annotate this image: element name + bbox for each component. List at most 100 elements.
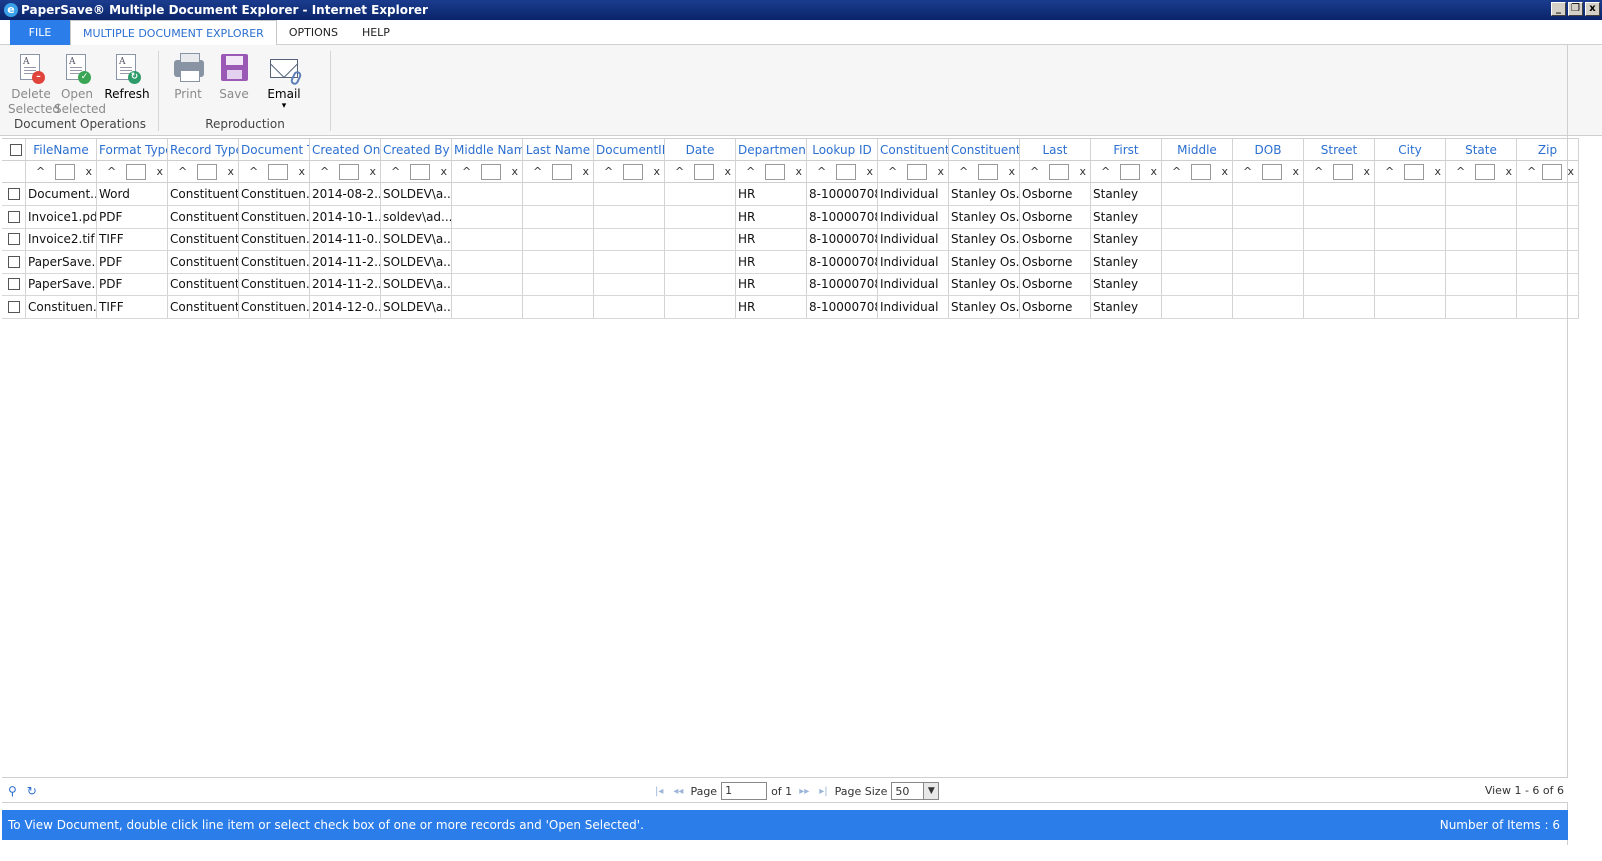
- column-header-documentid[interactable]: DocumentID: [594, 139, 665, 160]
- column-header-created-on[interactable]: Created On: [310, 139, 381, 160]
- filter-input[interactable]: [1262, 163, 1283, 180]
- column-header-dob[interactable]: DOB: [1233, 139, 1304, 160]
- column-header-record-type[interactable]: Record Type: [168, 139, 239, 160]
- clear-filter-button[interactable]: x: [298, 161, 305, 182]
- clear-filter-button[interactable]: x: [156, 161, 163, 182]
- filter-input[interactable]: [1333, 163, 1354, 180]
- row-checkbox[interactable]: [8, 188, 20, 200]
- column-header-middle-nam[interactable]: Middle Nam: [452, 139, 523, 160]
- filter-input[interactable]: [907, 163, 928, 180]
- column-header-constituent[interactable]: Constituent: [949, 139, 1020, 160]
- minimize-button[interactable]: _: [1551, 2, 1566, 16]
- save-button[interactable]: Save: [214, 53, 254, 102]
- clear-filter-button[interactable]: x: [1008, 161, 1015, 182]
- sort-toggle[interactable]: ^: [391, 161, 400, 182]
- filter-input[interactable]: [481, 163, 502, 180]
- sort-toggle[interactable]: ^: [533, 161, 542, 182]
- filter-input[interactable]: [1541, 163, 1562, 180]
- clear-filter-button[interactable]: x: [1150, 161, 1157, 182]
- clear-filter-button[interactable]: x: [1505, 161, 1512, 182]
- table-row[interactable]: PaperSave....PDFConstituentConstituen...…: [2, 273, 1579, 296]
- row-checkbox[interactable]: [8, 255, 20, 268]
- table-row[interactable]: PaperSave....PDFConstituentConstituen...…: [2, 250, 1579, 274]
- search-icon[interactable]: ⚲: [8, 784, 17, 798]
- page-input[interactable]: 1: [721, 782, 768, 800]
- filter-input[interactable]: [268, 163, 289, 180]
- chevron-down-icon[interactable]: ▾: [264, 102, 304, 111]
- filter-input[interactable]: [197, 163, 218, 180]
- column-header-last-name[interactable]: Last Name: [523, 139, 594, 160]
- filter-input[interactable]: [410, 163, 431, 180]
- sort-toggle[interactable]: ^: [817, 161, 826, 182]
- select-all-checkbox[interactable]: [9, 144, 22, 156]
- sort-toggle[interactable]: ^: [675, 161, 684, 182]
- sort-toggle[interactable]: ^: [1385, 161, 1394, 182]
- last-page-button[interactable]: ▸|: [816, 786, 830, 797]
- column-header-lookup-id[interactable]: Lookup ID: [807, 139, 878, 160]
- filter-input[interactable]: [623, 163, 644, 180]
- row-checkbox[interactable]: [8, 210, 20, 223]
- column-header-constituent[interactable]: Constituent: [878, 139, 949, 160]
- filter-input[interactable]: [1120, 163, 1141, 180]
- row-checkbox[interactable]: [8, 233, 20, 245]
- refresh-button[interactable]: ↻ Refresh: [102, 53, 152, 102]
- clear-filter-button[interactable]: x: [795, 161, 802, 182]
- clear-filter-button[interactable]: x: [1363, 161, 1370, 182]
- sort-toggle[interactable]: ^: [1243, 161, 1252, 182]
- clear-filter-button[interactable]: x: [227, 161, 234, 182]
- column-header-first[interactable]: First: [1091, 139, 1162, 160]
- filter-input[interactable]: [836, 163, 857, 180]
- sort-toggle[interactable]: ^: [178, 161, 187, 182]
- column-header-date[interactable]: Date: [665, 139, 736, 160]
- clear-filter-button[interactable]: x: [511, 161, 518, 182]
- sort-toggle[interactable]: ^: [249, 161, 258, 182]
- sort-toggle[interactable]: ^: [1172, 161, 1181, 182]
- sort-toggle[interactable]: ^: [1527, 161, 1536, 182]
- filter-input[interactable]: [978, 163, 999, 180]
- clear-filter-button[interactable]: x: [724, 161, 731, 182]
- sort-toggle[interactable]: ^: [36, 161, 45, 182]
- filter-input[interactable]: [765, 163, 786, 180]
- column-header-department[interactable]: Department: [736, 139, 807, 160]
- column-header-format-type[interactable]: Format Type: [97, 139, 168, 160]
- page-size-select[interactable]: 50 ▼: [891, 782, 940, 800]
- sort-toggle[interactable]: ^: [462, 161, 471, 182]
- filter-input[interactable]: [1404, 163, 1425, 180]
- email-button[interactable]: Email ▾: [264, 53, 304, 111]
- print-button[interactable]: Print: [168, 53, 208, 102]
- sort-toggle[interactable]: ^: [1030, 161, 1039, 182]
- clear-filter-button[interactable]: x: [582, 161, 589, 182]
- column-header-last[interactable]: Last: [1020, 139, 1091, 160]
- filter-input[interactable]: [1049, 163, 1070, 180]
- column-header-middle[interactable]: Middle: [1162, 139, 1233, 160]
- tab-help[interactable]: HELP: [350, 20, 402, 45]
- filter-input[interactable]: [1191, 163, 1212, 180]
- table-row[interactable]: Invoice2.tif TIFF Constituent Constituen...…: [2, 228, 1579, 251]
- clear-filter-button[interactable]: x: [866, 161, 873, 182]
- clear-filter-button[interactable]: x: [1434, 161, 1441, 182]
- next-page-button[interactable]: ▸▸: [796, 786, 812, 797]
- clear-filter-button[interactable]: x: [1079, 161, 1086, 182]
- table-row[interactable]: Document... Word Constituent Constituen... 2…: [2, 183, 1579, 206]
- column-header-street[interactable]: Street: [1304, 139, 1375, 160]
- column-header-created-by[interactable]: Created By: [381, 139, 452, 160]
- column-header-filename[interactable]: FileName: [26, 139, 97, 160]
- tab-file[interactable]: FILE: [10, 20, 70, 45]
- table-row[interactable]: Constituen... TIFF Constituent Constituen..…: [2, 295, 1579, 319]
- clear-filter-button[interactable]: x: [1567, 161, 1574, 182]
- clear-filter-button[interactable]: x: [937, 161, 944, 182]
- chevron-down-icon[interactable]: ▼: [923, 783, 939, 799]
- sort-toggle[interactable]: ^: [746, 161, 755, 182]
- sort-toggle[interactable]: ^: [320, 161, 329, 182]
- sort-toggle[interactable]: ^: [604, 161, 613, 182]
- close-button[interactable]: x: [1585, 2, 1600, 16]
- clear-filter-button[interactable]: x: [653, 161, 660, 182]
- restore-button[interactable]: ❐: [1568, 2, 1583, 16]
- row-checkbox[interactable]: [8, 300, 20, 313]
- clear-filter-button[interactable]: x: [369, 161, 376, 182]
- column-header-zip[interactable]: Zip: [1517, 139, 1579, 160]
- tab-multiple-document-explorer[interactable]: MULTIPLE DOCUMENT EXPLORER: [70, 20, 277, 46]
- column-header-state[interactable]: State: [1446, 139, 1517, 160]
- filter-input[interactable]: [1475, 163, 1496, 180]
- tab-options[interactable]: OPTIONS: [277, 20, 350, 45]
